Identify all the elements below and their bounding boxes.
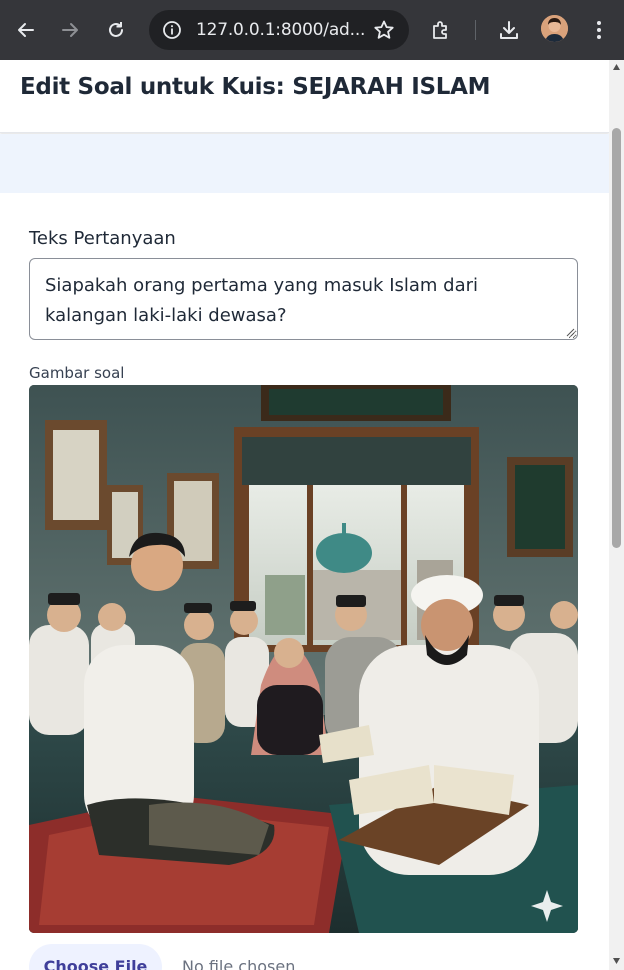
- scroll-down-icon[interactable]: [612, 957, 621, 965]
- page-header: Edit Soal untuk Kuis: SEJARAH ISLAM: [0, 60, 609, 133]
- scroll-thumb[interactable]: [612, 128, 621, 548]
- page-title: Edit Soal untuk Kuis: SEJARAH ISLAM: [20, 74, 491, 100]
- extensions-icon[interactable]: [424, 13, 458, 47]
- address-bar[interactable]: 127.0.0.1:8000/ad...: [149, 10, 409, 50]
- question-textarea[interactable]: Siapakah orang pertama yang masuk Islam …: [29, 258, 578, 340]
- bookmark-star-icon[interactable]: [373, 19, 395, 41]
- profile-avatar[interactable]: [541, 15, 568, 42]
- download-icon[interactable]: [492, 13, 526, 47]
- toolbar-divider: [475, 20, 476, 40]
- browser-toolbar: 127.0.0.1:8000/ad...: [0, 0, 624, 60]
- url-text[interactable]: 127.0.0.1:8000/ad...: [196, 10, 365, 50]
- question-label: Teks Pertanyaan: [29, 228, 176, 249]
- forward-icon[interactable]: [53, 13, 87, 47]
- choose-file-button[interactable]: Choose File: [29, 944, 162, 970]
- header-band: [0, 134, 609, 193]
- menu-icon[interactable]: [582, 13, 616, 47]
- resize-grip-icon[interactable]: [566, 328, 575, 337]
- scroll-up-icon[interactable]: [612, 63, 621, 71]
- file-status-text: No file chosen: [182, 957, 296, 970]
- back-icon[interactable]: [9, 13, 43, 47]
- image-label: Gambar soal: [29, 364, 125, 382]
- site-info-icon[interactable]: [157, 15, 187, 45]
- page-scrollbar[interactable]: [609, 60, 624, 970]
- question-image: [29, 385, 578, 933]
- reload-icon[interactable]: [99, 13, 133, 47]
- page-content: Edit Soal untuk Kuis: SEJARAH ISLAM Teks…: [0, 60, 609, 970]
